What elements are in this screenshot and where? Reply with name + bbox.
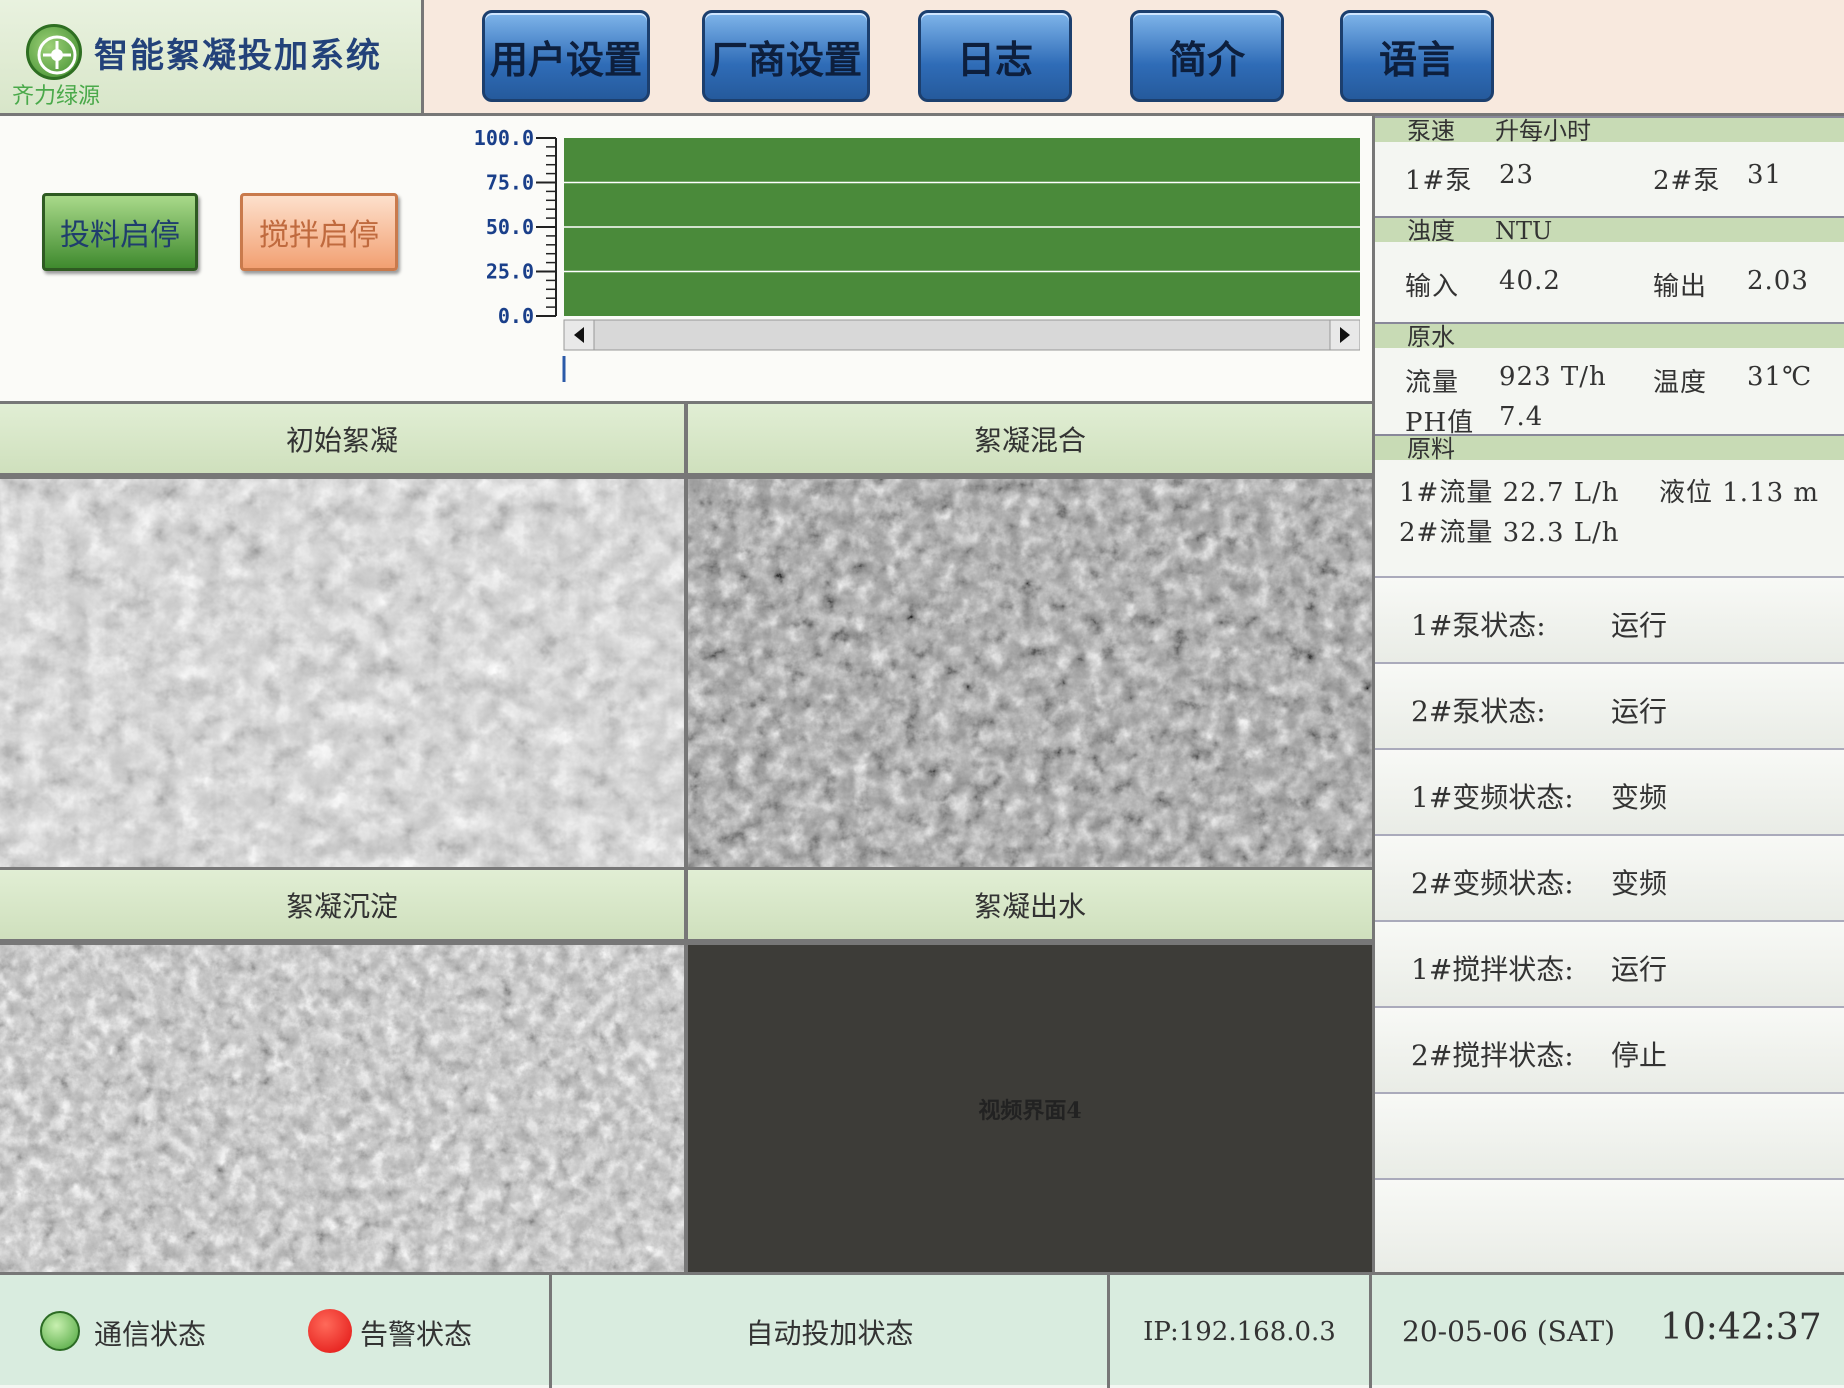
turbidity-in-value: 40.2 [1499, 266, 1561, 296]
turbidity-out-value: 2.03 [1747, 266, 1809, 296]
auto-dosing-status: 自动投加状态 [745, 1316, 914, 1350]
status-value: 变频 [1611, 867, 1668, 900]
status-bar: 通信状态 告警状态 自动投加状态 IP:192.168.0.3 20-05-06… [0, 1272, 1844, 1388]
status-label: 2#变频状态: [1411, 867, 1574, 900]
language-button[interactable]: 语言 [1340, 10, 1494, 102]
app-title: 智能絮凝投加系统 [94, 36, 382, 76]
video-flocculation-sedimentation[interactable] [0, 945, 684, 1272]
raw-temp-label: 温度 [1653, 368, 1708, 398]
ip-cell: IP:192.168.0.3 [1110, 1275, 1372, 1388]
status-row: 2#搅拌状态: 停止 [1375, 1006, 1844, 1092]
auto-dosing-cell: 自动投加状态 [552, 1275, 1110, 1388]
status-row: 2#泵状态: 运行 [1375, 662, 1844, 748]
turbidity-in-label: 输入 [1405, 272, 1460, 302]
video-flocculation-mixing[interactable] [688, 479, 1372, 867]
y-tick-label: 100.0 [474, 126, 534, 150]
raw-water-header: 原水 [1375, 322, 1844, 351]
pump-speed-title: 泵速 [1407, 117, 1455, 145]
time-text: 10:42:37 [1660, 1307, 1822, 1348]
status-value: 变频 [1611, 781, 1668, 814]
turbidity-unit: NTU [1495, 217, 1553, 245]
pump2-label: 2#泵 [1653, 166, 1721, 196]
status-value: 停止 [1611, 1039, 1668, 1072]
pump-speed-header: 泵速 升每小时 [1375, 116, 1844, 145]
material-title: 原料 [1407, 435, 1455, 463]
pump-speed-unit: 升每小时 [1495, 117, 1591, 145]
status-row: 1#变频状态: 变频 [1375, 748, 1844, 834]
intro-button[interactable]: 简介 [1130, 10, 1284, 102]
vendor-settings-button[interactable]: 厂商设置 [702, 10, 870, 102]
empty-row [1375, 1178, 1844, 1272]
y-tick-label: 75.0 [486, 171, 534, 195]
comm-status-led-icon [40, 1311, 80, 1351]
pump2-value: 31 [1747, 160, 1783, 190]
logo-area: 智能絮凝投加系统 齐力绿源 [0, 0, 424, 116]
pump1-value: 23 [1499, 160, 1535, 190]
status-label: 1#变频状态: [1411, 781, 1574, 814]
video-placeholder-text: 视频界面4 [978, 1097, 1082, 1124]
indicator-cell: 通信状态 告警状态 [0, 1275, 552, 1388]
log-button[interactable]: 日志 [918, 10, 1072, 102]
raw-water-title: 原水 [1407, 323, 1455, 351]
alarm-status-label: 告警状态 [360, 1318, 473, 1351]
turbidity-out-label: 输出 [1653, 272, 1708, 302]
date-text: 20-05-06 (SAT) [1402, 1315, 1616, 1348]
raw-temp-value: 31℃ [1747, 362, 1813, 392]
y-tick-label: 0.0 [498, 304, 534, 328]
video-title-effluent: 絮凝出水 [688, 870, 1372, 942]
video-title-sedimentation: 絮凝沉淀 [0, 870, 684, 942]
status-value: 运行 [1611, 953, 1668, 986]
status-value: 运行 [1611, 609, 1668, 642]
datetime-cell: 20-05-06 (SAT) 10:42:37 [1372, 1275, 1844, 1388]
raw-flow-label: 流量 [1405, 368, 1460, 398]
ip-address: IP:192.168.0.3 [1143, 1316, 1336, 1347]
video-grid: 初始絮凝 絮凝混合 絮凝沉淀 絮凝出水 视频界面4 [0, 404, 1372, 1272]
video-flocculation-effluent[interactable]: 视频界面4 [688, 945, 1372, 1272]
y-tick-label: 50.0 [486, 215, 534, 239]
raw-ph-value: 7.4 [1499, 402, 1544, 432]
video-title-mixing: 絮凝混合 [688, 404, 1372, 476]
alarm-status-led-icon [308, 1309, 352, 1353]
status-label: 1#搅拌状态: [1411, 953, 1574, 986]
feed-start-stop-button[interactable]: 投料启停 [42, 193, 198, 271]
comm-status-label: 通信状态 [94, 1318, 207, 1351]
turbidity-title: 浊度 [1407, 217, 1455, 245]
status-label: 2#泵状态: [1411, 695, 1546, 728]
trend-chart: 100.0 75.0 50.0 25.0 0.0 [474, 126, 1360, 382]
nav-bar: 用户设置 厂商设置 日志 简介 语言 [424, 0, 1844, 116]
material-flow1: 1#流量 22.7 L/h [1399, 478, 1620, 508]
video-initial-flocculation[interactable] [0, 479, 684, 867]
status-label: 1#泵状态: [1411, 609, 1546, 642]
pump1-label: 1#泵 [1405, 166, 1473, 196]
raw-flow-value: 923 T/h [1499, 362, 1607, 392]
material-level: 液位 1.13 m [1659, 478, 1820, 508]
turbidity-header: 浊度 NTU [1375, 216, 1844, 245]
user-settings-button[interactable]: 用户设置 [482, 10, 650, 102]
brand-name: 齐力绿源 [12, 84, 101, 109]
status-label: 2#搅拌状态: [1411, 1039, 1574, 1072]
video-title-initial: 初始絮凝 [0, 404, 684, 476]
status-row: 1#搅拌状态: 运行 [1375, 920, 1844, 1006]
empty-row [1375, 1092, 1844, 1178]
status-row: 2#变频状态: 变频 [1375, 834, 1844, 920]
logo-icon [26, 24, 82, 80]
status-row: 1#泵状态: 运行 [1375, 576, 1844, 662]
mix-start-stop-button[interactable]: 搅拌启停 [240, 193, 398, 271]
status-value: 运行 [1611, 695, 1668, 728]
y-tick-label: 25.0 [486, 260, 534, 284]
chart-scrollbar[interactable] [563, 319, 1360, 351]
material-flow2: 2#流量 32.3 L/h [1399, 518, 1620, 548]
material-header: 原料 [1375, 434, 1844, 463]
info-panel: 泵速 升每小时 1#泵 23 2#泵 31 浊度 NTU 输入 40.2 输出 2.… [1372, 116, 1844, 1272]
